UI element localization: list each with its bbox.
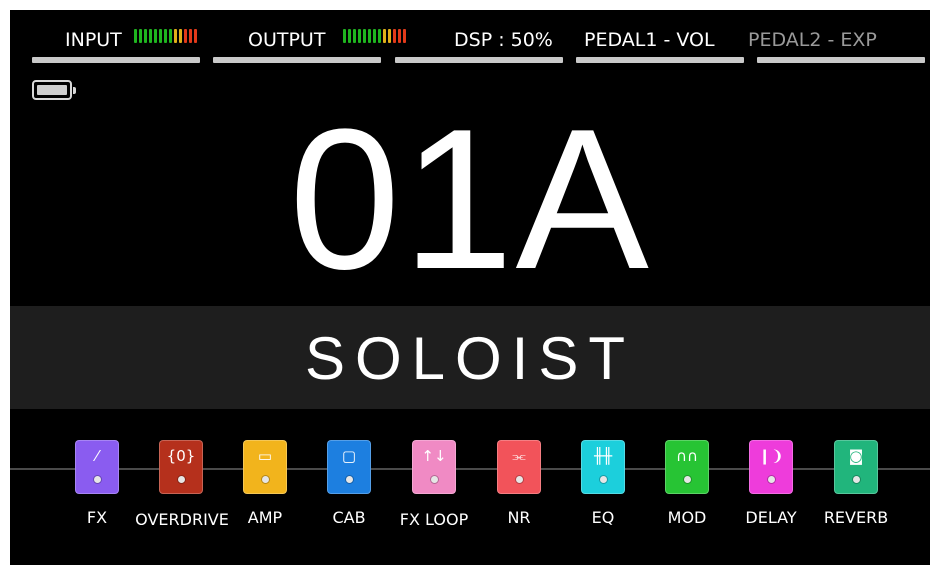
module-amp[interactable]: ▭ [243,440,287,494]
meter-segment [388,29,391,43]
module-led [346,476,353,483]
meter-segment [353,29,356,43]
meter-segment [174,29,177,43]
module-mod[interactable]: ∩∩ [665,440,709,494]
meter-segment [393,29,396,43]
module-overdrive[interactable]: {0} [159,440,203,494]
module-led [431,476,438,483]
pedal2-slot-bar [757,57,925,63]
module-led [94,476,101,483]
meter-segment [383,29,386,43]
meter-segment [179,29,182,43]
meter-segment [189,29,192,43]
nr-icon: ⫘ [512,447,526,465]
module-led [262,476,269,483]
module-led [768,476,775,483]
overdrive-icon: {0} [166,447,196,465]
pedal2-assignment[interactable]: PEDAL2 - EXP [748,28,877,52]
meter-segment [373,29,376,43]
module-led [600,476,607,483]
module-fx[interactable]: ⁄ [75,440,119,494]
meter-segment [194,29,197,43]
fx-icon: ⁄ [95,447,99,465]
fx-loop-icon: ↑↓ [421,447,447,465]
output-label: OUTPUT [248,29,326,51]
module-label-reverb: REVERB [823,508,889,527]
module-led [684,476,691,483]
meter-segment [139,29,142,43]
meter-segment [144,29,147,43]
meter-segment [154,29,157,43]
module-led [853,476,860,483]
input-slot-bar [32,57,200,63]
meter-segment [368,29,371,43]
meter-segment [169,29,172,43]
module-cab[interactable]: ▢ [327,440,371,494]
meter-segment [159,29,162,43]
meter-segment [149,29,152,43]
meter-segment [348,29,351,43]
preset-number[interactable]: 01A [10,100,930,300]
input-label: INPUT [65,29,122,51]
preset-name-band: SOLOIST [10,306,930,409]
module-eq[interactable]: ╫╫ [581,440,625,494]
module-led [516,476,523,483]
cab-icon: ▢ [341,447,357,465]
module-led [178,476,185,483]
output-slot-bar [213,57,381,63]
battery-level [37,85,67,95]
eq-icon: ╫╫ [593,447,613,465]
meter-segment [134,29,137,43]
battery-terminal [73,87,76,94]
input-level-meter [134,29,197,43]
amp-icon: ▭ [257,447,273,465]
preset-name[interactable]: SOLOIST [10,329,930,389]
meter-segment [378,29,381,43]
pedal1-slot-bar [576,57,744,63]
meter-segment [358,29,361,43]
delay-icon: ❙❩ [758,447,784,465]
dsp-slot-bar [395,57,563,63]
meter-segment [343,29,346,43]
mod-icon: ∩∩ [676,447,698,465]
module-fx-loop[interactable]: ↑↓ [412,440,456,494]
module-nr[interactable]: ⫘ [497,440,541,494]
reverb-icon: ◙ [848,447,864,465]
module-delay[interactable]: ❙❩ [749,440,793,494]
meter-segment [398,29,401,43]
module-reverb[interactable]: ◙ [834,440,878,494]
pedal1-assignment[interactable]: PEDAL1 - VOL [584,28,715,52]
dsp-usage: DSP : 50% [454,29,553,51]
meter-segment [363,29,366,43]
meter-segment [403,29,406,43]
device-screen: INPUT OUTPUT DSP : 50% PEDAL1 - VOL PEDA… [10,10,930,565]
meter-segment [164,29,167,43]
battery-icon [32,80,76,100]
output-level-meter [343,29,406,43]
meter-segment [184,29,187,43]
